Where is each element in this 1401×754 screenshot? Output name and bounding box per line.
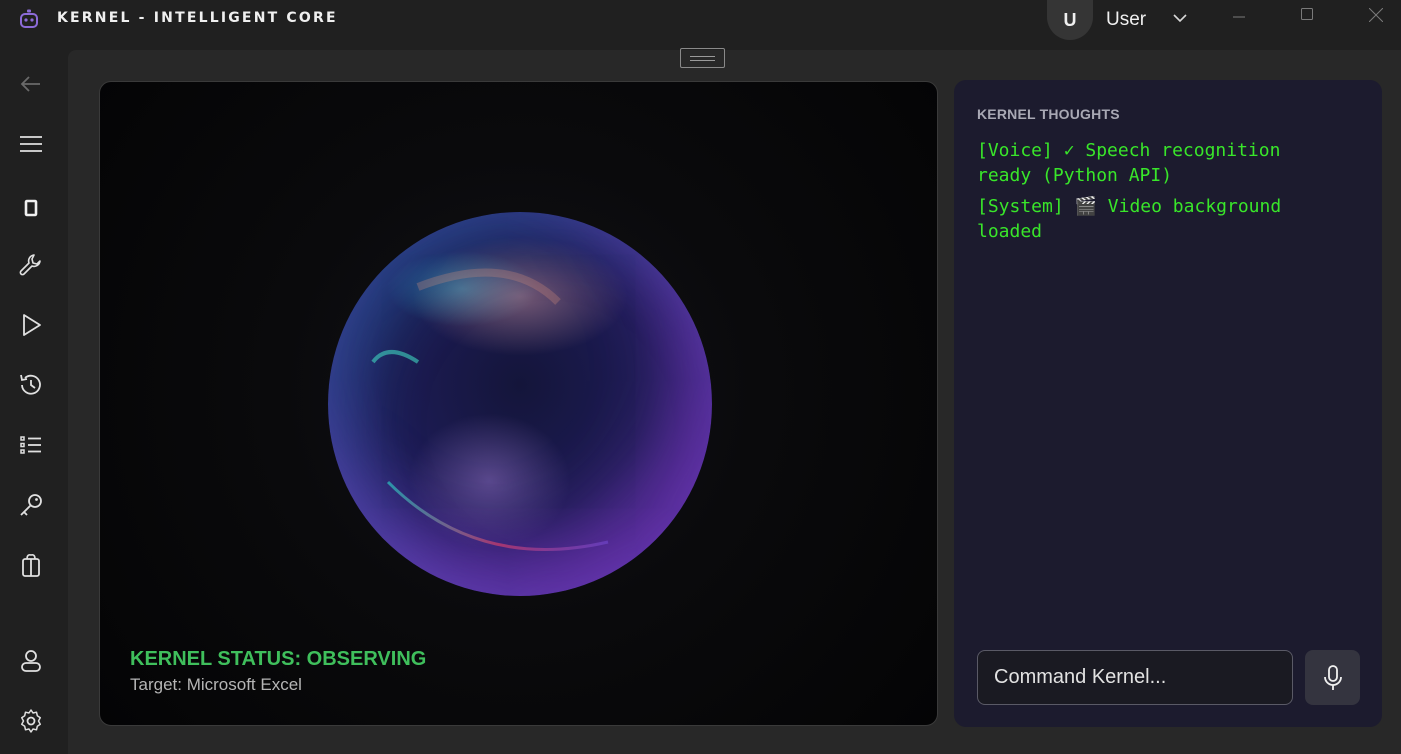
back-button[interactable] xyxy=(17,70,45,98)
menu-button[interactable] xyxy=(17,130,45,158)
orb-highlight xyxy=(371,268,609,551)
sidebar xyxy=(0,40,68,754)
sidebar-item-settings[interactable] xyxy=(17,707,45,735)
kernel-status: KERNEL STATUS: OBSERVING xyxy=(130,648,427,670)
list-icon xyxy=(20,436,41,454)
avatar[interactable]: U xyxy=(1047,0,1093,40)
person-icon xyxy=(21,650,41,672)
close-button[interactable] xyxy=(1351,0,1401,30)
thoughts-log: [Voice] ✓ Speech recognition ready (Pyth… xyxy=(977,138,1337,250)
log-entry: [System] 🎬 Video background loaded xyxy=(977,196,1282,242)
play-icon xyxy=(23,314,41,336)
thoughts-panel: KERNEL THOUGHTS [Voice] ✓ Speech recogni… xyxy=(954,80,1382,727)
sidebar-item-tools[interactable] xyxy=(17,251,45,279)
minimize-icon xyxy=(1233,16,1245,18)
user-name[interactable]: User xyxy=(1106,9,1146,31)
video-panel: KERNEL STATUS: OBSERVING Target: Microso… xyxy=(99,81,938,726)
minimize-button[interactable] xyxy=(1214,0,1264,30)
sidebar-item-device[interactable] xyxy=(17,194,45,222)
gift-icon xyxy=(22,554,40,577)
microphone-button[interactable] xyxy=(1305,650,1360,705)
kernel-orb xyxy=(328,212,712,596)
microphone-icon xyxy=(1323,664,1342,690)
thoughts-title: KERNEL THOUGHTS xyxy=(977,106,1120,122)
device-icon xyxy=(24,199,38,217)
app-title: KERNEL - INTELLIGENT CORE xyxy=(57,10,338,26)
sidebar-item-gift[interactable] xyxy=(17,551,45,579)
maximize-icon xyxy=(1301,8,1313,20)
history-icon xyxy=(20,374,41,395)
sidebar-item-key[interactable] xyxy=(17,491,45,519)
maximize-button[interactable] xyxy=(1282,0,1332,30)
close-icon xyxy=(1369,8,1383,22)
command-input[interactable] xyxy=(977,650,1293,705)
key-icon xyxy=(20,494,42,516)
sidebar-item-history[interactable] xyxy=(17,371,45,399)
gear-icon xyxy=(20,709,42,733)
log-entry: [Voice] ✓ Speech recognition ready (Pyth… xyxy=(977,140,1281,186)
robot-icon xyxy=(20,9,38,28)
kernel-target: Target: Microsoft Excel xyxy=(130,675,302,694)
wrench-icon xyxy=(19,254,41,276)
hamburger-icon xyxy=(20,136,42,152)
drag-handle[interactable] xyxy=(680,48,725,68)
title-bar: KERNEL - INTELLIGENT CORE U User xyxy=(0,0,1401,40)
sidebar-item-account[interactable] xyxy=(17,647,45,675)
sidebar-item-run[interactable] xyxy=(17,311,45,339)
sidebar-item-list[interactable] xyxy=(17,431,45,459)
back-arrow-icon xyxy=(20,76,40,92)
chevron-down-icon[interactable] xyxy=(1172,12,1188,24)
